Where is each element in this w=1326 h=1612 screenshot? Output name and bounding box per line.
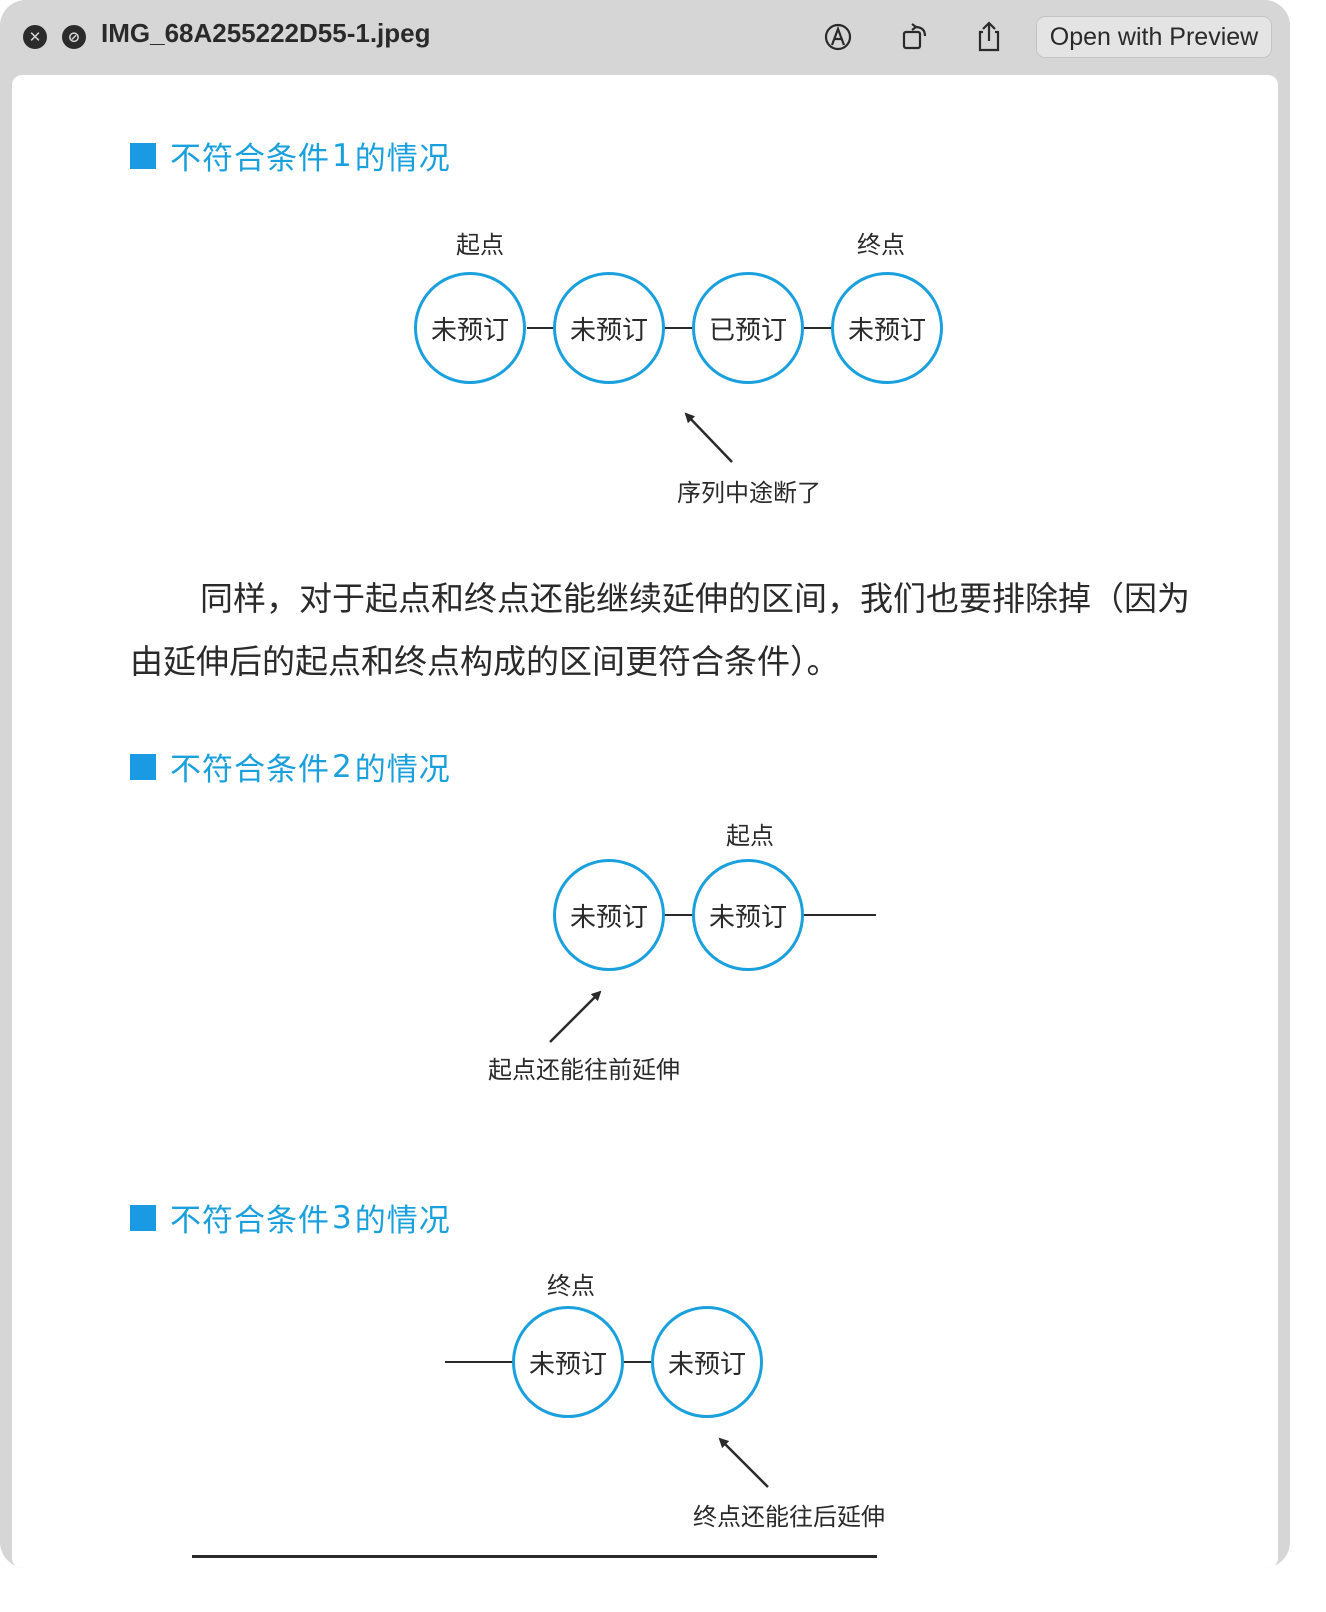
document-content: 不符合条件 1 的情况 起点 终点 未预订 未预订 已预订 未预订 序列中途断了… [12, 75, 1278, 1568]
heading-square-icon [130, 1204, 156, 1231]
open-with-preview-button[interactable]: Open with Preview [1036, 16, 1272, 58]
seat-node: 未预订 [512, 1306, 624, 1418]
heading-square-icon [130, 753, 156, 780]
seat-node: 未预订 [692, 859, 804, 971]
bottom-rule [192, 1555, 877, 1558]
paragraph-line: 由延伸后的起点和终点构成的区间更符合条件）。 [130, 642, 840, 681]
section-heading-3: 不符合条件 3 的情况 [130, 1195, 451, 1240]
annotation-label: 终点还能往后延伸 [693, 1503, 885, 1531]
annotation-label: 起点还能往前延伸 [488, 1056, 680, 1084]
hide-icon[interactable]: ⊘ [62, 25, 86, 49]
seat-node: 未预订 [553, 859, 665, 971]
paragraph-line: 同样，对于起点和终点还能继续延伸的区间，我们也要排除掉（因为 [200, 579, 1190, 618]
section-heading-2: 不符合条件 2 的情况 [130, 744, 451, 789]
annotation-label: 序列中途断了 [677, 479, 821, 507]
share-icon[interactable] [972, 20, 1006, 54]
rotate-icon[interactable] [898, 20, 932, 54]
end-label: 终点 [547, 1272, 595, 1300]
seat-node: 未预订 [651, 1306, 763, 1418]
preview-window: ✕ ⊘ IMG_68A255222D55-1.jpeg Open with Pr… [0, 0, 1290, 1568]
start-label: 起点 [726, 822, 774, 850]
arrow-icon [549, 412, 769, 1488]
markup-icon[interactable] [821, 20, 855, 54]
title-bar: ✕ ⊘ IMG_68A255222D55-1.jpeg Open with Pr… [0, 0, 1290, 72]
body-paragraph: 同样，对于起点和终点还能继续延伸的区间，我们也要排除掉（因为 由延伸后的起点和终… [130, 567, 1248, 693]
window-title: IMG_68A255222D55-1.jpeg [101, 18, 431, 48]
close-icon[interactable]: ✕ [23, 25, 47, 49]
